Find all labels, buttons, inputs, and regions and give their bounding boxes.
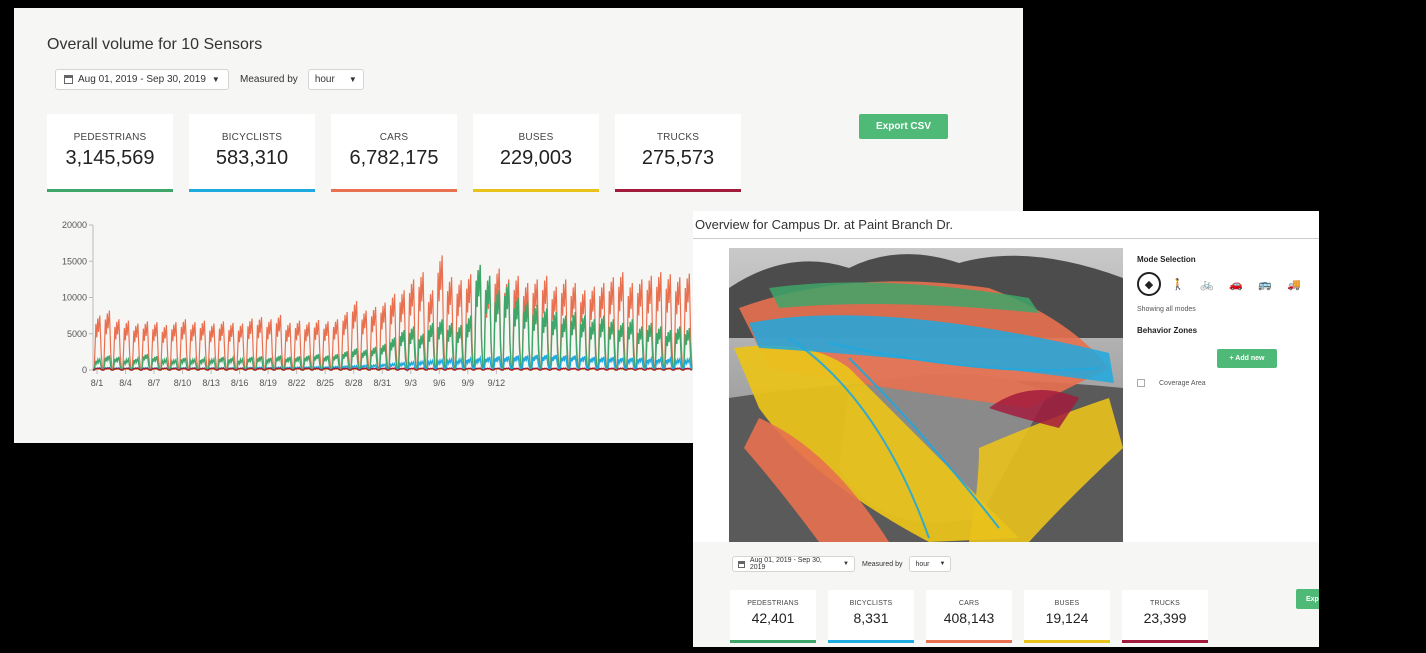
export-csv-button[interactable]: Export CSV xyxy=(859,114,948,139)
coverage-label: Coverage Area xyxy=(1159,379,1206,387)
mode-total-card: BUSES 19,124 xyxy=(1024,590,1110,643)
mode-total-label: CARS xyxy=(958,600,980,607)
mode-bicycle-icon[interactable]: 🚲 xyxy=(1195,272,1219,296)
mode-total-label: BICYCLISTS xyxy=(221,132,283,143)
campus-summary: Aug 01, 2019 - Sep 30, 2019 ▼ Measured b… xyxy=(693,542,1319,647)
mode-total-value: 23,399 xyxy=(1143,610,1187,626)
mode-total-value: 8,331 xyxy=(853,610,889,626)
mode-selection-heading: Mode Selection xyxy=(1137,255,1196,264)
mode-all-modes-icon[interactable]: ◆ xyxy=(1137,272,1161,296)
mode-total-label: BICYCLISTS xyxy=(849,600,893,607)
mode-total-value: 19,124 xyxy=(1045,610,1089,626)
y-tick-label: 15000 xyxy=(62,256,87,266)
x-tick-label: 9/6 xyxy=(433,378,446,388)
caret-down-icon: ▼ xyxy=(843,561,849,567)
x-tick-label: 8/10 xyxy=(174,378,192,388)
campus-date-range-text: Aug 01, 2019 - Sep 30, 2019 xyxy=(749,557,822,571)
mode-total-card: BICYCLISTS 583,310 xyxy=(189,114,315,192)
mode-total-value: 408,143 xyxy=(943,610,995,626)
showing-modes-text: Showing all modes xyxy=(1137,306,1196,313)
mode-total-label: CARS xyxy=(379,132,409,143)
mode-total-value: 6,782,175 xyxy=(349,147,439,169)
mode-pedestrian-icon[interactable]: 🚶 xyxy=(1166,272,1190,296)
caret-down-icon: ▼ xyxy=(939,561,946,567)
mode-total-value: 229,003 xyxy=(499,147,573,169)
x-tick-label: 8/16 xyxy=(231,378,249,388)
y-tick-label: 5000 xyxy=(67,329,87,339)
mode-total-card: CARS 6,782,175 xyxy=(331,114,457,192)
coverage-area-option[interactable]: Coverage Area xyxy=(1137,379,1206,387)
measured-by-label: Measured by xyxy=(240,74,298,85)
x-tick-label: 9/12 xyxy=(488,378,506,388)
mode-total-card: BUSES 229,003 xyxy=(473,114,599,192)
mode-total-card: TRUCKS 275,573 xyxy=(615,114,741,192)
mode-bus-icon[interactable]: 🚌 xyxy=(1253,272,1277,296)
series-line-pedestrians xyxy=(92,264,693,372)
x-tick-label: 8/1 xyxy=(91,378,104,388)
mode-total-card: PEDESTRIANS 3,145,569 xyxy=(47,114,173,192)
mode-total-label: TRUCKS xyxy=(656,132,700,143)
x-tick-label: 8/13 xyxy=(202,378,220,388)
campus-filter-bar: Aug 01, 2019 - Sep 30, 2019 ▼ Measured b… xyxy=(732,556,952,572)
x-tick-label: 8/31 xyxy=(373,378,391,388)
y-tick-label: 20000 xyxy=(62,220,87,230)
mode-total-card: CARS 408,143 xyxy=(926,590,1012,643)
mode-car-icon[interactable]: 🚗 xyxy=(1224,272,1248,296)
x-tick-label: 8/25 xyxy=(316,378,334,388)
mode-total-label: BUSES xyxy=(518,132,554,143)
x-tick-label: 8/7 xyxy=(148,378,161,388)
calendar-icon xyxy=(64,75,73,84)
mode-total-value: 3,145,569 xyxy=(65,147,155,169)
y-tick-label: 0 xyxy=(82,365,87,375)
mode-total-label: BUSES xyxy=(1054,600,1080,607)
campus-overview-panel: Overview for Campus Dr. at Paint Branch … xyxy=(693,211,1319,647)
mode-total-label: TRUCKS xyxy=(1150,600,1180,607)
mode-total-card: TRUCKS 23,399 xyxy=(1122,590,1208,643)
mode-truck-icon[interactable]: 🚚 xyxy=(1282,272,1306,296)
date-range-text: Aug 01, 2019 - Sep 30, 2019 xyxy=(78,74,206,85)
campus-export-button[interactable]: Export CSV xyxy=(1296,589,1319,609)
campus-date-range-picker[interactable]: Aug 01, 2019 - Sep 30, 2019 ▼ xyxy=(732,556,855,572)
x-tick-label: 8/19 xyxy=(259,378,277,388)
behavior-zones-heading: Behavior Zones xyxy=(1137,326,1198,335)
y-tick-label: 10000 xyxy=(62,293,87,303)
series-line-cars xyxy=(92,255,693,371)
page-title: Overall volume for 10 Sensors xyxy=(47,36,263,53)
x-tick-label: 8/28 xyxy=(345,378,363,388)
overview-title: Overview for Campus Dr. at Paint Branch … xyxy=(695,217,953,232)
title-divider xyxy=(693,238,1319,239)
caret-down-icon: ▼ xyxy=(348,75,357,84)
mode-total-label: PEDESTRIANS xyxy=(73,132,147,143)
campus-measured-by-value: hour xyxy=(915,560,930,568)
campus-measured-by-label: Measured by xyxy=(862,560,903,568)
x-tick-label: 8/4 xyxy=(119,378,132,388)
x-tick-label: 9/3 xyxy=(405,378,418,388)
date-range-picker[interactable]: Aug 01, 2019 - Sep 30, 2019 ▼ xyxy=(55,69,229,90)
x-tick-label: 9/9 xyxy=(462,378,475,388)
calendar-icon xyxy=(738,560,745,568)
mode-total-value: 42,401 xyxy=(751,610,795,626)
mode-total-value: 583,310 xyxy=(215,147,289,169)
campus-measured-by-select[interactable]: hour ▼ xyxy=(909,556,952,572)
mode-total-card: BICYCLISTS 8,331 xyxy=(828,590,914,643)
measured-by-value: hour xyxy=(314,74,335,85)
x-tick-label: 8/22 xyxy=(288,378,306,388)
add-zone-button[interactable]: + Add new xyxy=(1217,349,1277,368)
filter-bar: Aug 01, 2019 - Sep 30, 2019 ▼ Measured b… xyxy=(55,69,364,90)
mode-total-card: PEDESTRIANS 42,401 xyxy=(730,590,816,643)
campus-export-clip: Export CSV xyxy=(1296,589,1319,609)
trajectory-heatmap-image xyxy=(729,248,1123,542)
caret-down-icon: ▼ xyxy=(211,75,220,84)
mode-total-label: PEDESTRIANS xyxy=(747,600,799,607)
mode-total-value: 275,573 xyxy=(641,147,715,169)
coverage-checkbox[interactable] xyxy=(1137,379,1145,387)
measured-by-select[interactable]: hour ▼ xyxy=(307,69,364,90)
